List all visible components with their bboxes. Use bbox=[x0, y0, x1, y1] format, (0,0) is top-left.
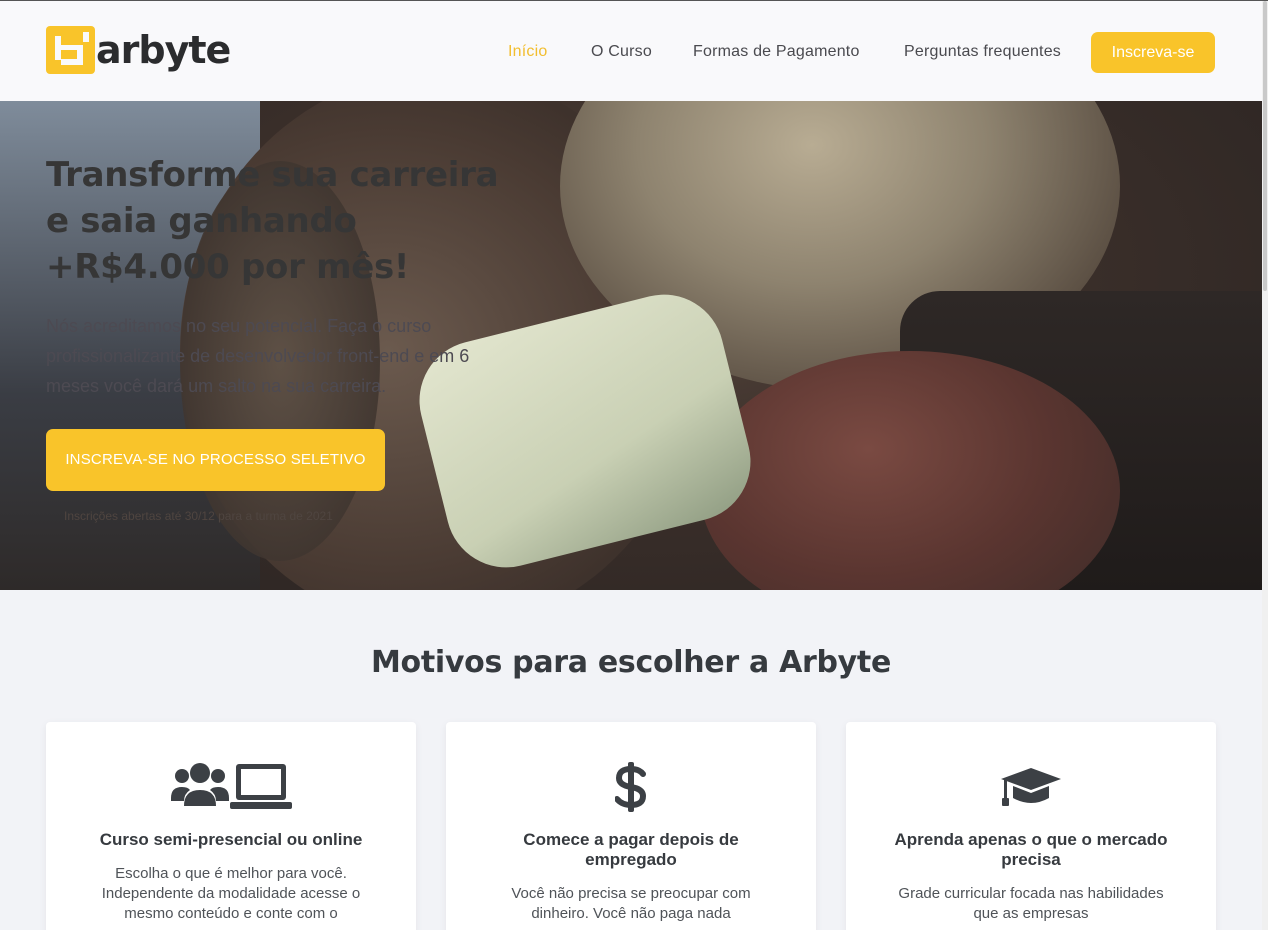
graduation-cap-icon bbox=[846, 762, 1216, 812]
reason-card-title: Comece a pagar depois de empregado bbox=[523, 830, 739, 869]
reason-card-text: Escolha o que é melhor para você. Indepe… bbox=[101, 865, 361, 922]
navbar: arbyte Início O Curso Formas de Pagament… bbox=[0, 1, 1262, 101]
scrollbar-thumb[interactable] bbox=[1263, 1, 1267, 291]
nav-link-perguntas-frequentes[interactable]: Perguntas frequentes bbox=[904, 43, 1061, 61]
reasons-title: Motivos para escolher a Arbyte bbox=[371, 645, 891, 680]
reason-card-title: Aprenda apenas o que o mercado precisa bbox=[894, 830, 1168, 869]
hero-description: Nós acreditamos no seu potencial. Faça o… bbox=[46, 316, 470, 396]
nav-link-o-curso[interactable]: O Curso bbox=[591, 43, 652, 61]
reason-card-title: Curso semi-presencial ou online bbox=[99, 830, 363, 849]
reason-card-text: Você não precisa se preocupar com dinhei… bbox=[511, 885, 751, 922]
logo-text: arbyte bbox=[96, 28, 231, 72]
hero-note: Inscrições abertas até 30/12 para a turm… bbox=[64, 509, 333, 523]
nav-link-inicio[interactable]: Início bbox=[508, 43, 547, 61]
dollar-icon bbox=[446, 762, 816, 812]
nav-signup-button[interactable]: Inscreva-se bbox=[1091, 32, 1215, 73]
logo[interactable]: arbyte bbox=[46, 26, 231, 74]
hero-title: Transforme sua carreira e saia ganhando … bbox=[46, 155, 499, 287]
reason-card-pagamento: Comece a pagar depois de empregado Você … bbox=[446, 722, 816, 930]
arbyte-logo-icon bbox=[46, 26, 95, 74]
nav-link-formas-de-pagamento[interactable]: Formas de Pagamento bbox=[693, 43, 860, 61]
reason-card-semi-presencial: Curso semi-presencial ou online Escolha … bbox=[46, 722, 416, 930]
reason-card-text: Grade curricular focada nas habilidades … bbox=[898, 885, 1164, 922]
users-laptop-icon bbox=[46, 762, 416, 812]
hero-signup-button[interactable]: INSCREVA-SE NO PROCESSO SELETIVO bbox=[46, 429, 385, 491]
reason-card-mercado: Aprenda apenas o que o mercado precisa G… bbox=[846, 722, 1216, 930]
